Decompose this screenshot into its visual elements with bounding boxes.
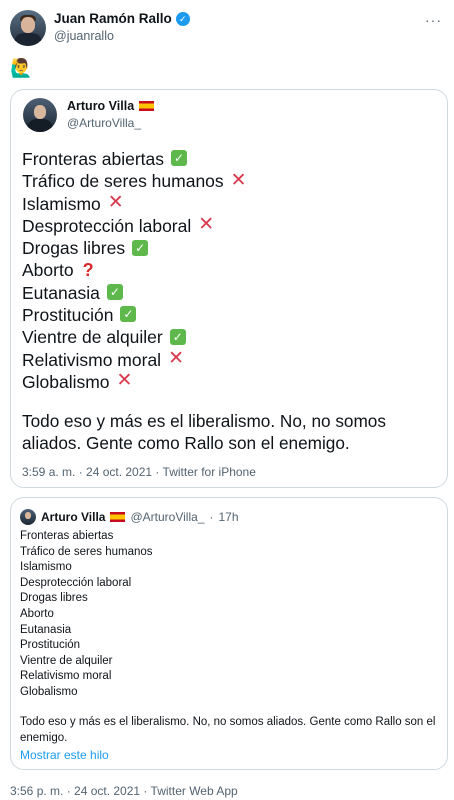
spain-flag-icon [110,512,126,522]
nested-list-item: Relativismo moral [20,670,112,683]
quoted-author-name[interactable]: Arturo Villa [67,99,134,113]
quoted-tweet-card[interactable]: Arturo Villa @ArturoVilla_ Fronteras abi… [10,89,448,488]
tweet-emoji: 🙋‍♂️ [10,58,33,78]
verified-badge-icon: ✓ [175,11,190,26]
quoted-list-item: Vientre de alquiler ✓ [22,326,247,348]
nested-time[interactable]: 17h [218,510,238,524]
quoted-list-item: Globalismo ✕ [22,371,247,393]
nested-list-item: Desprotección laboral [20,576,132,589]
quoted-list-item: Drogas libres ✓ [22,237,247,259]
check-mark-icon: ✓ [169,328,186,345]
question-mark-icon: ? [82,259,94,280]
nested-list-item: Vientre de alquiler [20,654,113,667]
quoted-items-list: Fronteras abiertas ✓ Tráfico de seres huma… [22,148,247,393]
quoted-item-text: Prostitución [22,305,114,326]
tweet-header: Juan Ramón Rallo ✓ @juanrallo ··· [10,8,444,48]
nested-author-handle[interactable]: @ArturoVilla_ [130,510,204,524]
cross-mark-icon: ✕ [230,169,247,191]
quoted-list-item: Tráfico de seres humanos ✕ [22,170,247,192]
nested-quote-card[interactable]: Arturo Villa @ArturoVilla_ · 17h Fronter… [10,497,448,770]
quoted-list-item: Aborto? [22,259,247,281]
separator-dot: · [209,510,214,524]
quoted-list-item: Eutanasia ✓ [22,282,247,304]
check-mark-icon: ✓ [132,239,149,256]
author-name-row: Juan Ramón Rallo ✓ [54,11,190,26]
cross-mark-icon: ✕ [107,191,124,213]
quoted-author-name-row: Arturo Villa [67,99,155,113]
check-mark-icon: ✓ [120,306,137,323]
quoted-meta[interactable]: 3:59 a. m. · 24 oct. 2021 · Twitter for … [22,465,256,479]
quoted-item-text: Globalismo [22,371,110,392]
nested-list-item: Aborto [20,607,54,620]
nested-author-name[interactable]: Arturo Villa [41,510,105,524]
nested-list-item: Islamismo [20,561,72,574]
check-mark-icon: ✓ [106,284,123,301]
nested-list-item: Drogas libres [20,592,88,605]
quoted-author-avatar[interactable] [23,98,57,132]
author-handle[interactable]: @juanrallo [54,29,114,43]
show-thread-link[interactable]: Mostrar este hilo [20,748,109,762]
quoted-item-text: Relativismo moral [22,349,162,370]
nested-list-item: Prostitución [20,639,81,652]
quoted-list-item: Desprotección laboral ✕ [22,215,247,237]
author-avatar[interactable] [10,10,46,46]
quoted-item-text: Drogas libres [22,238,126,259]
nested-quote-header: Arturo Villa @ArturoVilla_ · 17h [20,509,239,525]
nested-list-item: Eutanasia [20,623,72,636]
cross-mark-icon: ✕ [116,370,133,392]
check-mark-icon: ✓ [171,150,188,167]
nested-body-text: Todo eso y más es el liberalismo. No, no… [20,716,436,744]
quoted-list-item: Relativismo moral ✕ [22,349,247,371]
more-options-icon[interactable]: ··· [425,12,442,28]
quoted-list-item: Prostitución ✓ [22,304,247,326]
nested-list-item: Globalismo [20,685,78,698]
quoted-list-item: Islamismo ✕ [22,193,247,215]
quoted-item-text: Islamismo [22,193,101,214]
quoted-item-text: Fronteras abiertas [22,149,165,169]
quoted-list-item: Fronteras abiertas ✓ [22,148,247,170]
nested-list-item: Fronteras abiertas [20,530,114,542]
quoted-item-text: Eutanasia [22,282,100,303]
quoted-item-text: Vientre de alquiler [22,327,163,348]
author-name[interactable]: Juan Ramón Rallo [54,11,172,26]
nested-list-item: Tráfico de seres humanos [20,545,153,558]
spain-flag-icon [139,101,155,111]
quoted-item-text: Aborto [22,260,74,281]
quoted-item-text: Tráfico de seres humanos [22,171,224,192]
tweet-footer-meta[interactable]: 3:56 p. m. · 24 oct. 2021 · Twitter Web … [10,784,238,798]
quoted-body-text: Todo eso y más es el liberalismo. No, no… [22,411,386,453]
quoted-item-text: Desprotección laboral [22,215,192,236]
quoted-author-handle[interactable]: @ArturoVilla_ [67,116,141,130]
nested-author-avatar[interactable] [20,509,36,525]
cross-mark-icon: ✕ [198,214,215,236]
cross-mark-icon: ✕ [168,348,184,370]
nested-lines-list: Fronteras abiertas Tráfico de seres human… [20,529,153,701]
